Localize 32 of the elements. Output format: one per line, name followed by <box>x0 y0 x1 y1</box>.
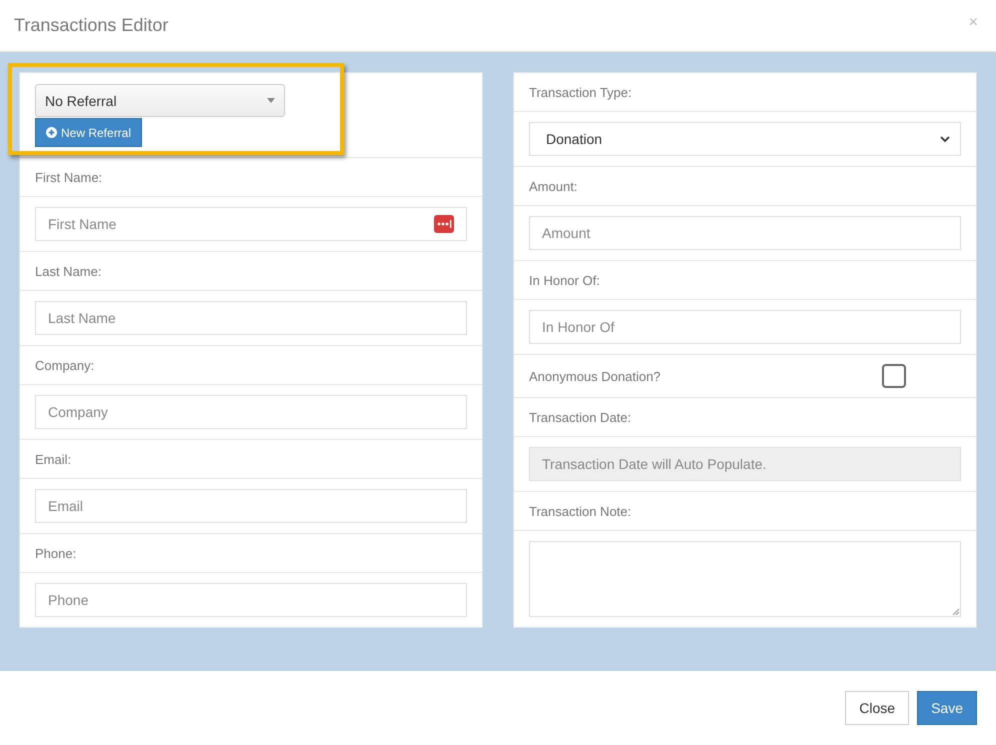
select-field[interactable]: Donation <box>529 122 961 156</box>
field-label: Phone: <box>35 546 76 560</box>
field-label: First Name: <box>35 170 102 184</box>
referral-select[interactable]: No Referral <box>35 84 285 117</box>
input-field[interactable]: Phone <box>35 583 467 617</box>
field-label: Transaction Note: <box>529 504 632 518</box>
close-button[interactable]: × <box>964 14 982 32</box>
chevron-down-icon <box>940 136 950 142</box>
save-button[interactable]: Save <box>917 691 977 725</box>
dropdown-caret-icon <box>267 98 275 103</box>
field-label: Transaction Type: <box>529 84 632 100</box>
field-label: In Honor Of: <box>529 272 600 288</box>
password-manager-icon[interactable] <box>434 215 454 233</box>
checkbox[interactable] <box>882 364 906 388</box>
close-button[interactable]: Close <box>845 691 910 725</box>
input-field[interactable]: Company <box>35 395 467 429</box>
resize-handle-icon[interactable] <box>952 608 959 615</box>
input-field[interactable]: Last Name <box>35 301 467 335</box>
field-label: Email: <box>35 452 72 466</box>
input-field[interactable]: In Honor Of <box>529 310 961 344</box>
plus-circle-icon <box>46 127 57 138</box>
input-field[interactable]: First Name <box>35 207 467 241</box>
field-label: Transaction Date: <box>529 410 632 424</box>
input-field[interactable]: Email <box>35 489 467 523</box>
field-label: Amount: <box>529 178 578 194</box>
field-label: Company: <box>35 358 94 372</box>
readonly-field: Transaction Date will Auto Populate. <box>529 447 961 481</box>
input-field[interactable]: Amount <box>529 216 961 250</box>
field-label: Anonymous Donation? <box>529 368 661 384</box>
field-label: Last Name: <box>35 264 102 278</box>
new-referral-button[interactable]: New Referral <box>35 118 142 147</box>
window-title: Transactions Editor <box>14 15 168 36</box>
